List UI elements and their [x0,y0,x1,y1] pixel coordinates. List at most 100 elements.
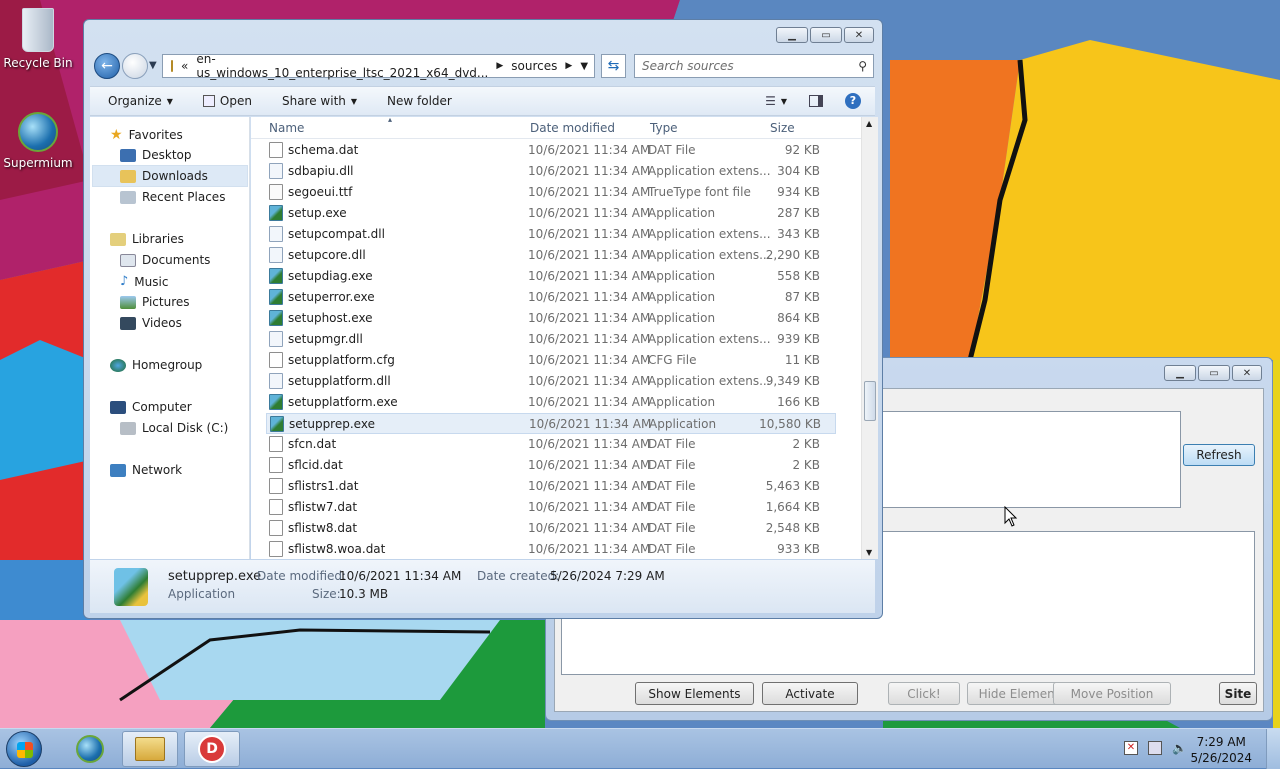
file-type: DAT File [648,479,696,493]
date-modified-value: 10/6/2021 11:34 AM [339,569,462,583]
mouse-cursor-icon [1004,506,1018,527]
file-row[interactable]: sfcn.dat 10/6/2021 11:34 AM DAT File 2 KB [266,434,836,455]
file-row[interactable]: setup.exe 10/6/2021 11:34 AM Application 28… [266,203,836,224]
activate-button[interactable]: Activate [762,682,858,705]
column-name[interactable]: Name [269,121,304,135]
file-row[interactable]: setuphost.exe 10/6/2021 11:34 AM Applicati… [266,308,836,329]
recycle-bin-icon[interactable]: Recycle Bin [0,8,76,70]
taskbar-explorer-icon[interactable] [122,731,178,767]
file-row[interactable]: setupplatform.cfg 10/6/2021 11:34 AM CFG F… [266,350,836,371]
scroll-up-icon[interactable]: ▲ [866,119,872,128]
breadcrumb-dvd-folder[interactable]: en-us_windows_10_enterprise_ltsc_2021_x6… [196,52,488,80]
preview-pane-button[interactable] [809,95,823,107]
organize-menu[interactable]: Organize ▼ [108,94,173,108]
nav-label: Homegroup [132,358,203,372]
explorer-caption-buttons: ▁ ▭ ✕ [776,27,874,43]
details-pane: setupprep.exe Application Date modified:… [90,560,875,613]
system-clock[interactable]: 7:29 AM 5/26/2024 [1190,734,1252,766]
search-icon: ⚲ [858,59,867,73]
breadcrumb-separator-icon: ▶ [565,61,573,71]
supermium-shortcut-icon[interactable]: Supermium [0,112,76,170]
file-row[interactable]: setupmgr.dll 10/6/2021 11:34 AM Applicatio… [266,329,836,350]
file-row[interactable]: setuperror.exe 10/6/2021 11:34 AM Applicat… [266,287,836,308]
size-value: 10.3 MB [339,587,389,601]
tray-volume-icon[interactable]: 🔈 [1172,741,1187,755]
file-date-modified: 10/6/2021 11:34 AM [528,479,651,493]
file-dll-icon [269,373,283,389]
file-dat-icon [269,478,283,494]
help-button[interactable]: ? [845,93,861,109]
file-row[interactable]: setupplatform.exe 10/6/2021 11:34 AM Appli… [266,392,836,413]
breadcrumb-sources[interactable]: sources [511,59,557,73]
nav-favorites[interactable]: ★ Favorites [110,127,183,143]
refresh-icon[interactable]: ⇆ [601,54,626,78]
file-row[interactable]: setupdiag.exe 10/6/2021 11:34 AM Applicati… [266,266,836,287]
file-row[interactable]: setupcore.dll 10/6/2021 11:34 AM Applicati… [266,245,836,266]
address-bar[interactable]: « en-us_windows_10_enterprise_ltsc_2021_… [162,52,595,80]
forward-button[interactable] [122,53,148,79]
show-elements-button[interactable]: Show Elements [635,682,754,705]
maximize-button[interactable]: ▭ [1198,365,1230,381]
column-size[interactable]: Size [770,121,795,135]
minimize-button[interactable]: ▁ [776,27,808,43]
maximize-button[interactable]: ▭ [810,27,842,43]
nav-network[interactable]: Network [110,463,182,477]
file-exe-icon [269,394,283,410]
close-button[interactable]: ✕ [1232,365,1262,381]
scrollbar-thumb[interactable] [864,381,876,421]
nav-homegroup[interactable]: Homegroup [110,358,202,372]
move-position-button[interactable]: Move Position [1053,682,1171,705]
start-button[interactable] [6,731,42,767]
back-button[interactable]: ← [94,53,120,79]
nav-computer[interactable]: Computer [110,400,192,414]
file-row[interactable]: setupcompat.dll 10/6/2021 11:34 AM Applica… [266,224,836,245]
nav-downloads[interactable]: Downloads [92,165,248,187]
nav-recent-places[interactable]: Recent Places [120,190,225,204]
nav-documents[interactable]: Documents [120,253,210,267]
close-button[interactable]: ✕ [844,27,874,43]
file-row[interactable]: sflistw8.dat 10/6/2021 11:34 AM DAT File 2,… [266,518,836,539]
tray-network-icon[interactable] [1148,741,1162,755]
refresh-button[interactable]: Refresh [1183,444,1255,466]
minimize-button[interactable]: ▁ [1164,365,1196,381]
show-desktop-button[interactable] [1266,729,1280,769]
new-folder-button[interactable]: New folder [387,94,452,108]
address-dropdown-icon[interactable]: ▼ [580,61,588,72]
scroll-down-icon[interactable]: ▼ [866,548,872,557]
file-row[interactable]: schema.dat 10/6/2021 11:34 AM DAT File 92 K… [266,140,836,161]
file-row[interactable]: sflistrs1.dat 10/6/2021 11:34 AM DAT File 5… [266,476,836,497]
site-button[interactable]: Site [1219,682,1257,705]
column-date-modified[interactable]: Date modified [530,121,615,135]
recent-pages-dropdown-icon[interactable]: ▼ [149,60,157,71]
nav-videos[interactable]: Videos [120,316,182,330]
nav-local-disk[interactable]: Local Disk (C:) [120,421,228,435]
view-list-icon: ☰ [765,94,776,108]
open-button[interactable]: Open [202,94,252,108]
taskbar-supermium-icon[interactable] [62,731,118,767]
nav-label: Computer [132,400,192,414]
click-button[interactable]: Click! [888,682,960,705]
nav-label: Videos [142,316,182,330]
file-row[interactable]: segoeui.ttf 10/6/2021 11:34 AM TrueType fo… [266,182,836,203]
column-type[interactable]: Type [650,121,678,135]
file-type: DAT File [648,500,696,514]
file-row[interactable]: sflcid.dat 10/6/2021 11:34 AM DAT File 2 KB [266,455,836,476]
vertical-scrollbar[interactable]: ▲ ▼ [861,117,878,559]
file-row[interactable]: setupprep.exe 10/6/2021 11:34 AM Applicati… [266,413,836,434]
file-row[interactable]: sflistw8.woa.dat 10/6/2021 11:34 AM DAT Fi… [266,539,836,559]
tray-action-center-icon[interactable]: ✕ [1124,741,1138,755]
change-view-button[interactable]: ☰ ▼ [765,94,787,108]
nav-label: Local Disk (C:) [142,421,229,435]
taskbar-app-icon[interactable]: D [184,731,240,767]
nav-pictures[interactable]: Pictures [120,295,190,309]
nav-libraries[interactable]: Libraries [110,232,184,246]
file-row[interactable]: sdbapiu.dll 10/6/2021 11:34 AM Application… [266,161,836,182]
nav-music[interactable]: ♪ Music [120,274,168,289]
address-overflow-chevron[interactable]: « [181,59,188,73]
search-input[interactable]: Search sources ⚲ [634,54,874,78]
file-row[interactable]: setupplatform.dll 10/6/2021 11:34 AM Appli… [266,371,836,392]
file-row[interactable]: sflistw7.dat 10/6/2021 11:34 AM DAT File 1,… [266,497,836,518]
nav-desktop[interactable]: Desktop [120,148,192,162]
share-with-menu[interactable]: Share with ▼ [282,94,357,108]
chevron-down-icon: ▼ [166,96,173,106]
